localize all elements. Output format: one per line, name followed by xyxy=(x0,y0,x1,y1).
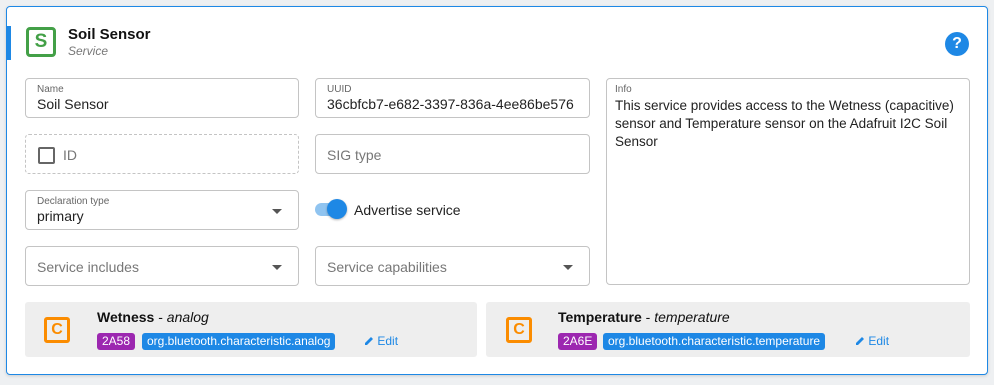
service-icon: S xyxy=(26,27,56,57)
service-title: Soil Sensor xyxy=(68,26,151,43)
service-includes-select[interactable]: Service includes xyxy=(25,246,299,286)
characteristic-type-badge: org.bluetooth.characteristic.analog xyxy=(142,333,336,350)
characteristic-title: Wetness - analog xyxy=(97,309,209,325)
name-field-label: Name xyxy=(37,84,64,95)
name-field[interactable]: Name Soil Sensor xyxy=(25,78,299,118)
info-textarea[interactable]: Info This service provides access to the… xyxy=(606,78,970,285)
sig-type-placeholder: SIG type xyxy=(327,147,382,163)
chevron-down-icon[interactable] xyxy=(563,265,573,270)
characteristic-name: Wetness xyxy=(97,309,155,325)
characteristic-card-temperature[interactable]: C Temperature - temperature 2A6E org.blu… xyxy=(486,302,970,357)
characteristic-title: Temperature - temperature xyxy=(558,309,730,325)
declaration-type-label: Declaration type xyxy=(37,196,110,207)
service-includes-placeholder: Service includes xyxy=(37,259,139,275)
characteristic-uuid-badge: 2A6E xyxy=(558,333,598,350)
edit-link[interactable]: Edit xyxy=(364,334,398,348)
characteristic-separator: - xyxy=(154,309,167,325)
chevron-down-icon[interactable] xyxy=(272,265,282,270)
name-field-value[interactable]: Soil Sensor xyxy=(37,96,292,112)
characteristic-uuid-badge: 2A58 xyxy=(97,333,136,350)
sig-type-field[interactable]: SIG type xyxy=(315,134,590,174)
characteristic-kind: temperature xyxy=(654,309,730,325)
help-icon[interactable]: ? xyxy=(945,32,969,56)
selection-accent-bar xyxy=(7,26,11,60)
declaration-type-select[interactable]: Declaration type primary xyxy=(25,190,299,230)
pencil-icon xyxy=(365,337,373,345)
advertise-toggle-label: Advertise service xyxy=(354,202,461,218)
uuid-field[interactable]: UUID 36cbfcb7-e682-3397-836a-4ee86be576 xyxy=(315,78,590,118)
service-capabilities-select[interactable]: Service capabilities xyxy=(315,246,590,286)
uuid-field-label: UUID xyxy=(327,84,352,95)
edit-label: Edit xyxy=(377,334,399,348)
info-label: Info xyxy=(615,84,632,95)
pencil-icon xyxy=(856,337,864,345)
characteristic-separator: - xyxy=(641,309,655,325)
advertise-toggle[interactable] xyxy=(327,199,347,219)
id-checkbox-label: ID xyxy=(63,147,77,163)
characteristic-card-wetness[interactable]: C Wetness - analog 2A58 org.bluetooth.ch… xyxy=(25,302,477,357)
service-capabilities-placeholder: Service capabilities xyxy=(327,259,447,275)
characteristic-type-badge: org.bluetooth.characteristic.temperature xyxy=(603,333,826,350)
edit-label: Edit xyxy=(868,334,890,348)
id-checkbox-field[interactable]: ID xyxy=(25,134,299,174)
edit-link[interactable]: Edit xyxy=(855,334,889,348)
characteristic-icon: C xyxy=(44,317,70,343)
service-card: S Soil Sensor Service ? Name Soil Sensor… xyxy=(6,6,988,375)
id-checkbox[interactable] xyxy=(38,147,55,164)
characteristic-kind: analog xyxy=(166,309,209,325)
chevron-down-icon[interactable] xyxy=(272,209,282,214)
info-text[interactable]: This service provides access to the Wetn… xyxy=(615,97,959,151)
service-subtitle: Service xyxy=(68,44,109,58)
uuid-field-value[interactable]: 36cbfcb7-e682-3397-836a-4ee86be576 xyxy=(327,96,589,112)
characteristic-name: Temperature xyxy=(558,309,642,325)
declaration-type-value: primary xyxy=(37,208,84,224)
characteristic-icon: C xyxy=(506,317,532,343)
